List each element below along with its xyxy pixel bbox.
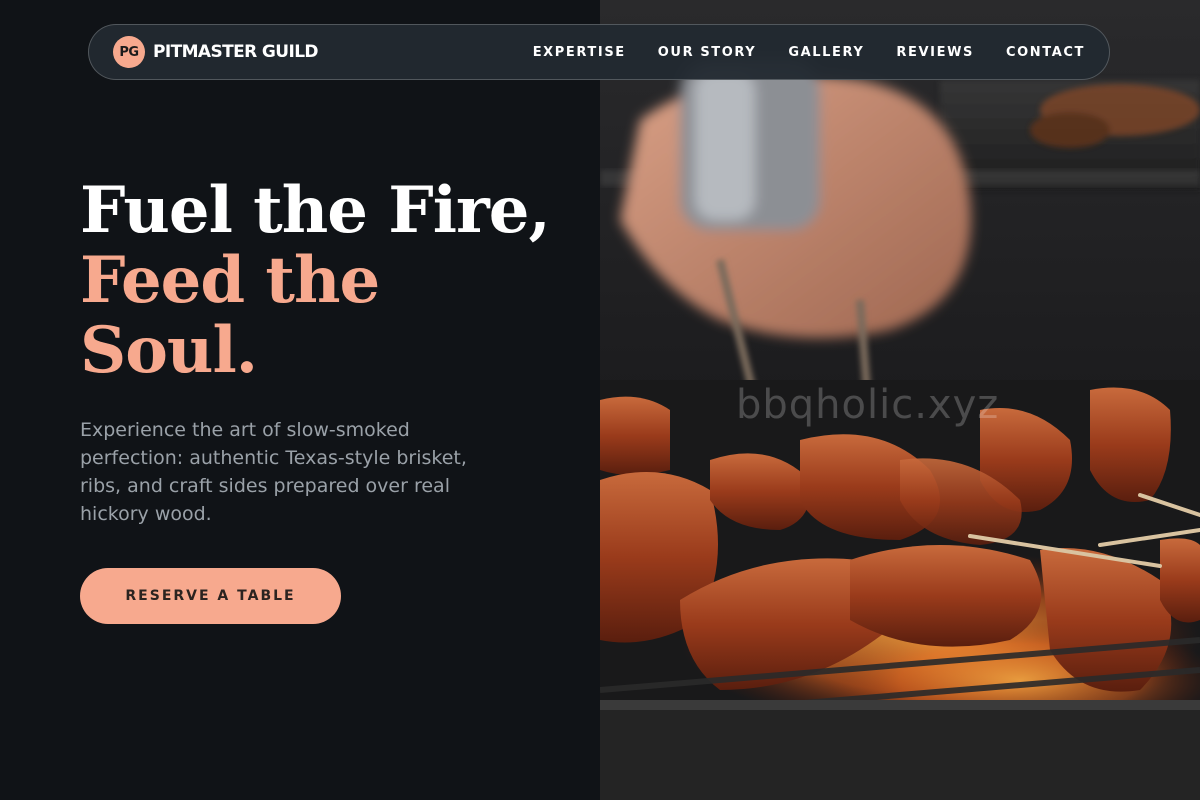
hero-description: Experience the art of slow-smoked perfec…: [80, 419, 467, 525]
headline-line-1: Fuel the Fire,: [80, 173, 551, 248]
brand-logo[interactable]: PG PITMASTER GUILD: [113, 36, 319, 68]
reserve-table-button[interactable]: RESERVE A TABLE: [80, 568, 341, 624]
hero-headline: Fuel the Fire, Feed the Soul.: [80, 173, 551, 388]
brand-name: PITMASTER GUILD: [153, 42, 319, 62]
nav-link-gallery[interactable]: GALLERY: [788, 45, 864, 60]
headline-line-2: Feed the: [80, 243, 380, 318]
headline-line-3: Soul.: [80, 313, 258, 388]
nav-link-our-story[interactable]: OUR STORY: [658, 45, 757, 60]
logo-mark-icon: PG: [113, 36, 145, 68]
nav-links: EXPERTISE OUR STORY GALLERY REVIEWS CONT…: [533, 45, 1085, 60]
nav-link-reviews[interactable]: REVIEWS: [896, 45, 974, 60]
nav-link-contact[interactable]: CONTACT: [1006, 45, 1085, 60]
hero-image: [600, 0, 1200, 800]
nav-link-expertise[interactable]: EXPERTISE: [533, 45, 626, 60]
top-navbar: PG PITMASTER GUILD EXPERTISE OUR STORY G…: [88, 24, 1110, 80]
hero-left-panel: [0, 0, 600, 800]
